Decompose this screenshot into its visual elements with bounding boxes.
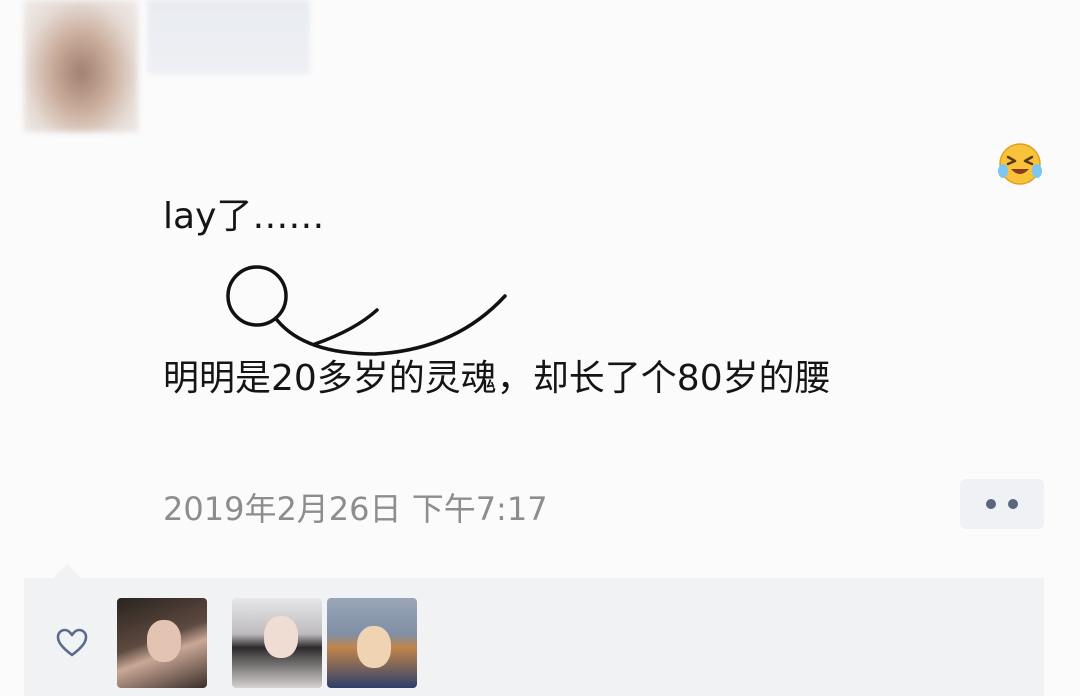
more-button[interactable] bbox=[960, 479, 1044, 529]
post-timestamp: 2019年2月26日 下午7:17 bbox=[163, 490, 548, 528]
liker-avatar-1[interactable] bbox=[117, 598, 207, 688]
liker-face bbox=[147, 620, 181, 662]
likes-pointer bbox=[52, 564, 82, 579]
laughing-crying-emoji-icon bbox=[998, 143, 1042, 185]
more-dots-icon bbox=[1008, 499, 1018, 509]
moments-post: lay了…… 明明是20多岁的灵魂，却长了个80岁的腰 2019年2月26日 下… bbox=[0, 0, 1080, 696]
liker-face bbox=[357, 626, 391, 668]
post-line-1: lay了…… bbox=[163, 196, 325, 237]
stick-figure-drawing bbox=[226, 265, 507, 356]
liker-avatar-2[interactable] bbox=[232, 598, 322, 688]
more-dots-icon bbox=[986, 499, 996, 509]
liker-avatar-3[interactable] bbox=[327, 598, 417, 688]
poster-avatar[interactable] bbox=[24, 0, 138, 132]
poster-name-blurred[interactable] bbox=[147, 0, 310, 74]
liker-face bbox=[264, 616, 298, 658]
heart-outline-icon bbox=[56, 628, 88, 657]
